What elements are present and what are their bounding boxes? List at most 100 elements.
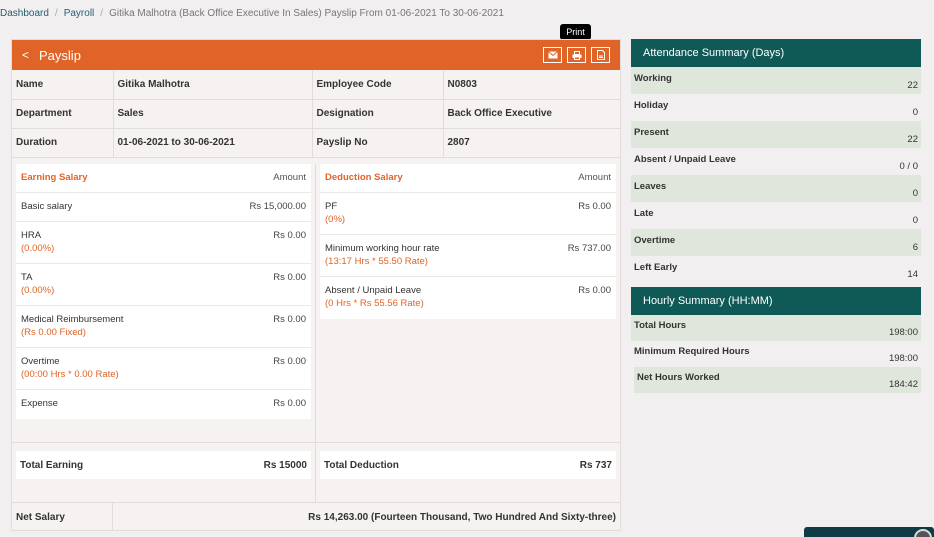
hourly-row: Total Hours 198:00 [631, 315, 921, 341]
earning-row: HRA (0.00%) Rs 0.00 [16, 222, 311, 264]
department-label: Department [12, 99, 114, 129]
hourly-row: Net Hours Worked 184:42 [634, 367, 921, 393]
deductions-column: Deduction Salary Amount PF (0%) Rs 0.00 M… [316, 164, 620, 444]
deduction-label: Minimum working hour rate [325, 243, 440, 254]
attendance-label: Late [634, 208, 654, 219]
total-earning-value: Rs 15000 [263, 459, 307, 471]
attendance-value: 0 [912, 215, 918, 226]
attendance-row: Overtime 6 [631, 229, 921, 256]
payslip-title: Payslip [39, 47, 81, 63]
attendance-value: 6 [912, 242, 918, 253]
designation-label: Designation [312, 99, 444, 129]
hourly-label: Total Hours [634, 320, 687, 331]
attendance-row: Working 22 [631, 67, 921, 94]
payslip-no-label: Payslip No [312, 128, 444, 158]
earnings-header-label: Earning Salary [21, 172, 88, 183]
earning-row: Overtime (00:00 Hrs * 0.00 Rate) Rs 0.00 [16, 348, 311, 390]
earning-amount: Rs 0.00 [273, 398, 306, 409]
earning-amount: Rs 0.00 [273, 230, 306, 241]
earning-row: TA (0.00%) Rs 0.00 [16, 264, 311, 306]
attendance-value: 22 [907, 134, 918, 145]
attendance-label: Holiday [634, 100, 669, 111]
total-deduction-cell: Total Deduction Rs 737 [316, 443, 620, 502]
attendance-label: Present [634, 127, 669, 138]
earnings-column: Earning Salary Amount Basic salary Rs 15… [12, 164, 316, 444]
earning-detail: (Rs 0.00 Fixed) [21, 327, 86, 338]
designation-value: Back Office Executive [443, 99, 620, 129]
earning-label: Expense [21, 398, 58, 409]
deductions-header: Deduction Salary Amount [320, 164, 616, 193]
attendance-value: 0 [912, 107, 918, 118]
breadcrumb-payroll[interactable]: Payroll [64, 8, 95, 19]
deductions-amount-header: Amount [578, 172, 611, 183]
earning-amount: Rs 0.00 [273, 272, 306, 283]
hourly-label: Minimum Required Hours [634, 346, 750, 357]
total-deduction-label: Total Deduction [324, 459, 399, 471]
total-earning-label: Total Earning [20, 459, 84, 471]
total-earning-cell: Total Earning Rs 15000 [12, 443, 316, 502]
hourly-value: 198:00 [888, 353, 918, 364]
employee-code-label: Employee Code [312, 70, 444, 100]
attendance-label: Working [634, 73, 672, 84]
attendance-row: Present 22 [631, 121, 921, 148]
earning-label: Medical Reimbursement [21, 314, 124, 325]
employee-code-value: N0803 [443, 70, 620, 100]
pdf-icon [596, 50, 605, 60]
hourly-value: 198:00 [888, 327, 918, 338]
net-salary-label: Net Salary [12, 503, 113, 531]
duration-value: 01-06-2021 to 30-06-2021 [113, 128, 313, 158]
payslip-no-value: 2807 [443, 128, 620, 158]
deduction-amount: Rs 0.00 [578, 285, 611, 296]
earning-label: TA [21, 272, 33, 283]
attendance-value: 0 / 0 [899, 161, 919, 172]
payslip-panel: < Payslip Name Gitika Malhotra Employee … [11, 39, 621, 531]
pdf-button[interactable] [591, 47, 610, 63]
hourly-summary-title: Hourly Summary (HH:MM) [631, 287, 921, 315]
attendance-label: Left Early [634, 262, 678, 273]
deductions-header-label: Deduction Salary [325, 172, 403, 183]
earnings-header: Earning Salary Amount [16, 164, 311, 193]
hourly-value: 184:42 [888, 379, 918, 390]
attendance-label: Leaves [634, 181, 667, 192]
deduction-amount: Rs 737.00 [567, 243, 611, 254]
deduction-detail: (13:17 Hrs * 55.50 Rate) [325, 256, 428, 267]
deduction-detail: (0%) [325, 214, 346, 225]
deduction-row: Minimum working hour rate (13:17 Hrs * 55… [320, 235, 616, 277]
attendance-row: Absent / Unpaid Leave 0 / 0 [631, 148, 921, 175]
attendance-row: Late 0 [631, 202, 921, 229]
payslip-header: < Payslip [12, 40, 620, 70]
attendance-value: 0 [912, 188, 918, 199]
attendance-summary-title: Attendance Summary (Days) [631, 39, 921, 67]
print-button[interactable] [567, 47, 586, 63]
deduction-row: Absent / Unpaid Leave (0 Hrs * Rs 55.56 R… [320, 277, 616, 319]
total-deduction-value: Rs 737 [579, 459, 612, 471]
back-icon[interactable]: < [22, 48, 29, 62]
attendance-row: Leaves 0 [631, 175, 921, 202]
salary-breakdown: Earning Salary Amount Basic salary Rs 15… [12, 164, 620, 444]
earning-detail: (0.00%) [21, 285, 55, 296]
net-salary-row: Net Salary Rs 14,263.00 (Fourteen Thousa… [12, 502, 620, 531]
earning-amount: Rs 0.00 [273, 314, 306, 325]
earning-label: HRA [21, 230, 42, 241]
email-button[interactable] [543, 47, 562, 63]
name-label: Name [12, 70, 114, 100]
summary-sidebar: Attendance Summary (Days) Working 22 Holi… [631, 39, 921, 393]
attendance-value: 22 [907, 80, 918, 91]
earning-label: Overtime [21, 356, 60, 367]
breadcrumb-dashboard[interactable]: Dashboard [0, 8, 49, 19]
attendance-row: Left Early 14 [631, 256, 921, 283]
earning-amount: Rs 15,000.00 [249, 201, 306, 212]
deduction-amount: Rs 0.00 [578, 201, 611, 212]
totals-row: Total Earning Rs 15000 Total Deduction R… [12, 442, 620, 502]
attendance-label: Absent / Unpaid Leave [634, 154, 736, 165]
chat-avatar-icon[interactable] [914, 529, 932, 537]
deduction-row: PF (0%) Rs 0.00 [320, 193, 616, 235]
earning-label: Basic salary [21, 201, 73, 212]
deduction-label: PF [325, 201, 338, 212]
earnings-amount-header: Amount [273, 172, 306, 183]
hourly-row: Minimum Required Hours 198:00 [631, 341, 921, 367]
earning-amount: Rs 0.00 [273, 356, 306, 367]
chat-widget[interactable] [804, 527, 934, 537]
print-icon [572, 50, 581, 60]
earning-row: Medical Reimbursement (Rs 0.00 Fixed) Rs … [16, 306, 311, 348]
